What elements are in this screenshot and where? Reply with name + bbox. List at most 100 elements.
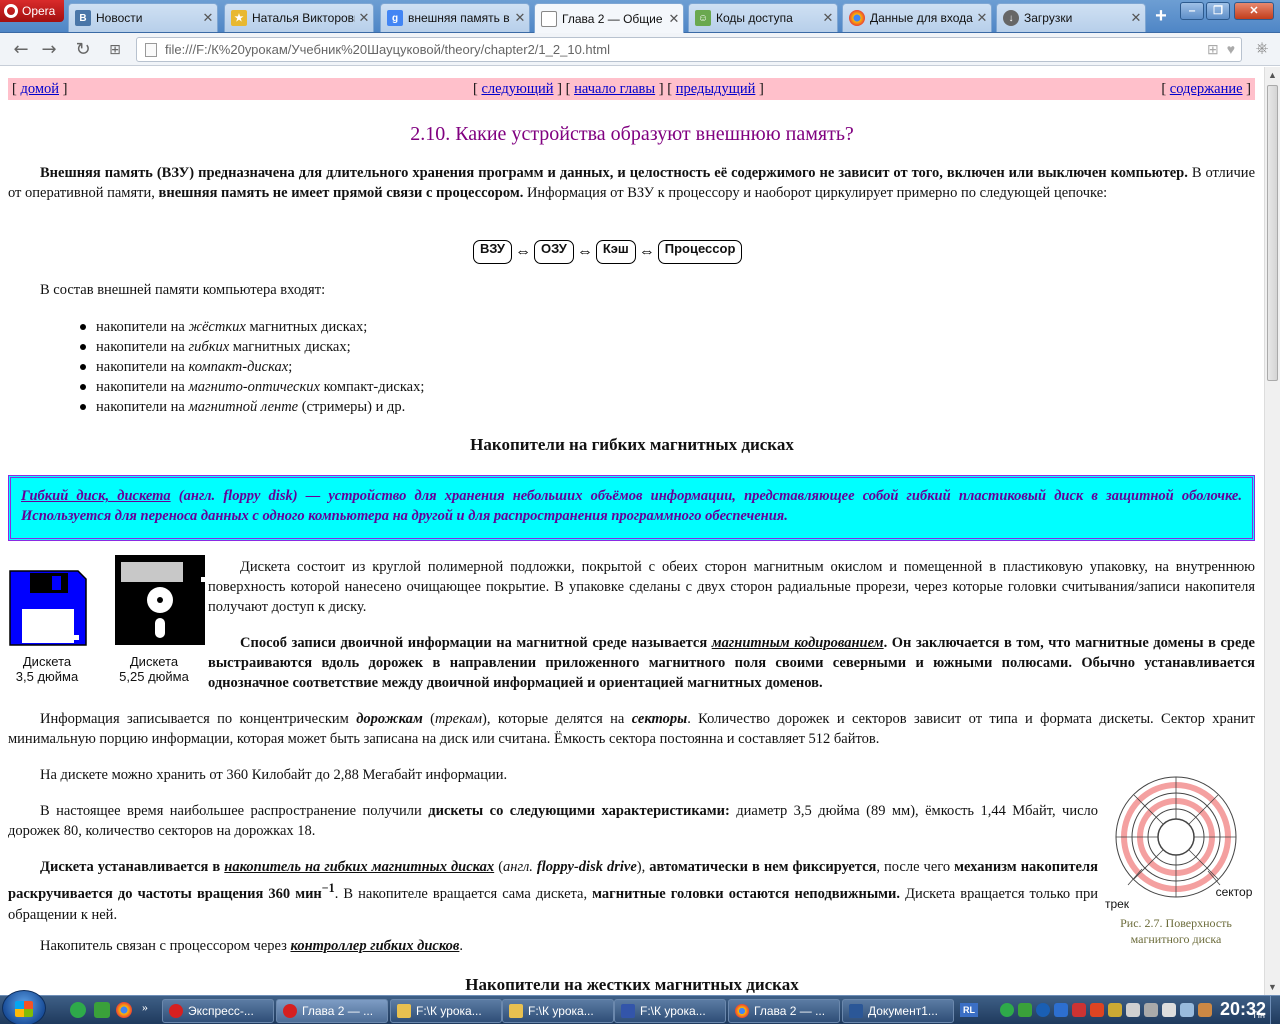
opera-icon [169, 1004, 183, 1018]
external-memory-list: накопители на жёстких магнитных дисках; … [80, 317, 424, 417]
tracks-sectors-paragraph: Информация записывается по концентрическ… [8, 711, 1255, 747]
page-scrollbar[interactable]: ▲ ▼ [1264, 67, 1280, 995]
scroll-down-arrow-icon[interactable]: ▼ [1265, 979, 1280, 995]
reader-grid-icon[interactable]: ⊞ [1207, 41, 1219, 58]
windows-logo-icon [15, 1001, 33, 1017]
drive-paragraph: Дискета устанавливается в накопитель на … [8, 859, 1099, 923]
system-tray: RL 20:32 Пн [958, 996, 1280, 1024]
chrome-icon [849, 10, 865, 26]
reload-button[interactable]: ↻ [72, 39, 94, 61]
floppy-description-paragraph: Дискета состоит из круглой полимерной по… [208, 559, 1255, 615]
tab-novosti[interactable]: B Новости ✕ [68, 3, 218, 32]
taskbar-item-folder-1[interactable]: F:\К урока... [390, 999, 502, 1023]
tab-close-icon[interactable]: ✕ [199, 10, 217, 26]
address-bar[interactable]: file:///F:/К%20урокам/Учебник%20Шауцуков… [136, 37, 1242, 62]
tab-natalya[interactable]: ★ Наталья Викторовна ✕ [224, 3, 374, 32]
opera-menu-button[interactable]: Opera [0, 0, 64, 22]
nav-chapter-start-link[interactable]: начало главы [574, 81, 655, 97]
tab-title: Наталья Викторовна [252, 11, 355, 25]
taskbar-item-chapter2-chrome[interactable]: Глава 2 — ... [728, 999, 840, 1023]
tray-k-icon[interactable] [1090, 1003, 1104, 1017]
language-indicator[interactable]: RL [960, 1003, 978, 1017]
capacity-paragraph: На дискете можно хранить от 360 Килобайт… [40, 767, 508, 783]
term-tracks: дорожкам [356, 711, 423, 727]
tab-chapter2-active[interactable]: Глава 2 — Общие ✕ [534, 3, 684, 33]
address-toolbar: ← → ↻ ⊞ file:///F:/К%20урокам/Учебник%20… [0, 33, 1280, 66]
star-icon: ★ [231, 10, 247, 26]
sector-label: сектор [1215, 885, 1253, 899]
scrollbar-thumb[interactable] [1267, 85, 1278, 381]
nav-next-link[interactable]: следующий [481, 81, 553, 97]
chain-box-cpu: Процессор [657, 240, 743, 264]
url-text[interactable]: file:///F:/К%20урокам/Учебник%20Шауцуков… [165, 42, 1207, 57]
quicklaunch-more-icon[interactable]: » [142, 1000, 148, 1015]
volume-tray-icon[interactable] [1126, 1003, 1140, 1017]
track-label: трек [1104, 897, 1130, 911]
window-icon [621, 1004, 635, 1018]
utorrent-icon[interactable] [70, 1002, 86, 1018]
skype-tray-icon[interactable] [1036, 1003, 1050, 1017]
tab-close-icon[interactable]: ✕ [819, 10, 837, 26]
tab-title: Коды доступа [716, 11, 793, 25]
bookmark-heart-icon[interactable]: ♥ [1227, 41, 1235, 58]
show-desktop-button[interactable] [1270, 996, 1280, 1024]
antivirus-tray-icon[interactable] [1054, 1003, 1068, 1017]
tab-close-icon[interactable]: ✕ [355, 10, 373, 26]
scroll-up-arrow-icon[interactable]: ▲ [1265, 67, 1280, 83]
google-icon: g [387, 10, 403, 26]
tab-close-icon[interactable]: ✕ [511, 10, 529, 26]
forward-button[interactable]: → [38, 39, 60, 61]
windows-taskbar: » Экспресс-... Глава 2 — ... F:\К урока.… [0, 990, 1280, 1024]
tray-plane-icon[interactable] [1108, 1003, 1122, 1017]
tray-app-icon[interactable] [1018, 1003, 1032, 1017]
drive-term-link[interactable]: накопитель на гибких магнитных дисках [224, 859, 494, 875]
controller-term-link[interactable]: контроллер гибких дисков [291, 938, 460, 954]
maximize-button[interactable]: ❐ [1206, 2, 1230, 20]
chain-box-vzu: ВЗУ [473, 240, 512, 264]
taskbar-item-express[interactable]: Экспресс-... [162, 999, 274, 1023]
close-window-button[interactable]: ✕ [1234, 2, 1274, 20]
list-item: накопители на компакт-дисках; [80, 357, 424, 377]
intro-bold-1: Внешняя память (ВЗУ) предназначена для д… [40, 165, 1188, 181]
utorrent2-icon[interactable] [94, 1002, 110, 1018]
back-button[interactable]: ← [10, 39, 32, 61]
double-arrow-icon: ⇔ [576, 243, 593, 260]
tab-login-data[interactable]: Данные для входа ✕ [842, 3, 992, 32]
opera-sidebar-icon[interactable]: ⎈ [1252, 40, 1272, 60]
tab-access-codes[interactable]: ☺ Коды доступа ✕ [688, 3, 838, 32]
tab-downloads[interactable]: ↓ Загрузки ✕ [996, 3, 1146, 32]
download-icon: ↓ [1003, 10, 1019, 26]
page-icon [541, 10, 557, 27]
section-heading-hard-disks: Накопители на жестких магнитных дисках [465, 975, 799, 994]
network-tray-icon[interactable] [1072, 1003, 1086, 1017]
flag-tray-icon[interactable] [1162, 1003, 1176, 1017]
taskbar-item-document1[interactable]: Документ1... [842, 999, 954, 1023]
taskbar-item-folder-3[interactable]: F:\К урока... [614, 999, 726, 1023]
power-tray-icon[interactable] [1198, 1003, 1212, 1017]
start-button[interactable] [2, 990, 46, 1024]
list-intro: В состав внешней памяти компьютера входя… [40, 282, 326, 298]
tab-close-icon[interactable]: ✕ [665, 11, 683, 27]
floppy-5-25-caption: Дискета 5,25 дюйма [119, 654, 189, 684]
definition-term-link[interactable]: Гибкий диск, дискета [21, 488, 171, 504]
tab-close-icon[interactable]: ✕ [973, 10, 991, 26]
taskbar-item-folder-2[interactable]: F:\К урока... [502, 999, 614, 1023]
speed-dial-grid-icon[interactable]: ⊞ [104, 39, 126, 61]
new-tab-button[interactable]: + [1150, 5, 1172, 27]
chrome-quicklaunch-icon[interactable] [116, 1002, 132, 1018]
double-arrow-icon: ⇔ [638, 243, 655, 260]
minimize-button[interactable]: ‒ [1180, 2, 1204, 20]
disk-figure-caption: Рис. 2.7. Поверхность магнитного диска [1120, 916, 1232, 946]
utorrent-tray-icon[interactable] [1000, 1003, 1014, 1017]
nav-contents-link[interactable]: содержание [1170, 81, 1243, 97]
display-tray-icon[interactable] [1180, 1003, 1194, 1017]
tab-close-icon[interactable]: ✕ [1127, 10, 1145, 26]
taskbar-item-chapter2-opera[interactable]: Глава 2 — ... [276, 999, 388, 1023]
mic-tray-icon[interactable] [1144, 1003, 1158, 1017]
opera-icon [283, 1004, 297, 1018]
folder-icon [509, 1004, 523, 1018]
tab-title: Глава 2 — Общие [562, 11, 663, 26]
tab-google-search[interactable]: g внешняя память в ✕ [380, 3, 530, 32]
nav-home-link[interactable]: домой [20, 81, 59, 97]
nav-prev-link[interactable]: предыдущий [676, 81, 756, 97]
